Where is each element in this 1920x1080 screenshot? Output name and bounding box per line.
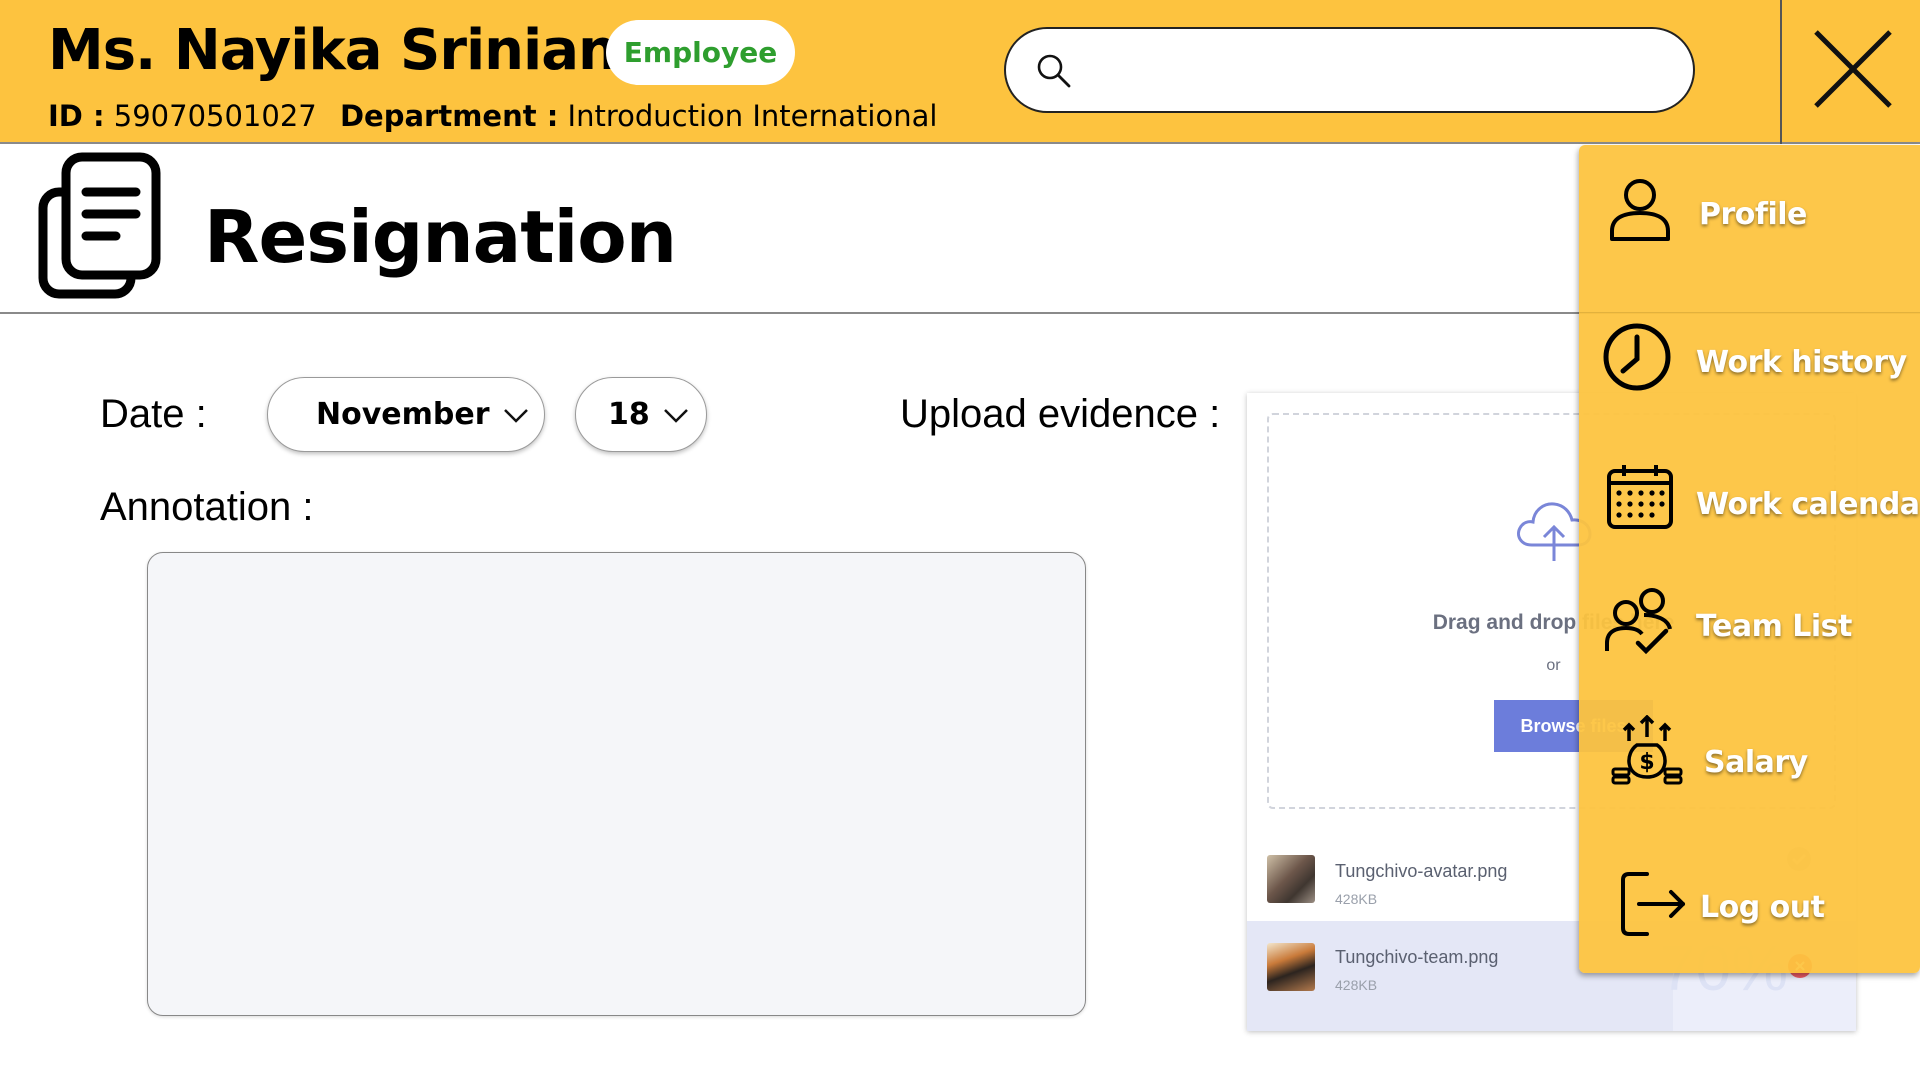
search-bar[interactable]: [1004, 27, 1695, 113]
day-value: 18: [608, 397, 650, 432]
file-name: Tungchivo-avatar.png: [1335, 861, 1508, 881]
menu-label: Team List: [1696, 609, 1852, 644]
menu-label: Log out: [1700, 890, 1825, 925]
menu-divider: [1579, 312, 1920, 313]
menu-item-work-history[interactable]: Work history: [1579, 317, 1920, 427]
month-select[interactable]: November: [267, 377, 545, 452]
menu-item-team-list[interactable]: Team List: [1579, 585, 1920, 695]
chevron-down-icon: [504, 409, 528, 423]
upload-evidence-label: Upload evidence :: [900, 392, 1221, 436]
file-size: 428KB: [1335, 891, 1378, 907]
user-icon: [1610, 179, 1670, 241]
search-icon[interactable]: [1034, 51, 1074, 91]
team-check-icon: [1605, 588, 1672, 655]
menu-label: Profile: [1699, 197, 1807, 232]
menu-label: Salary: [1704, 745, 1808, 780]
employee-info: ID : 59070501027 Department : Introducti…: [48, 99, 937, 133]
department-label: Department :: [339, 99, 559, 133]
role-badge: Employee: [606, 20, 795, 85]
calendar-icon: [1607, 465, 1673, 529]
close-button[interactable]: [1780, 0, 1920, 144]
close-icon[interactable]: [1810, 26, 1896, 112]
file-size: 428KB: [1335, 977, 1378, 993]
menu-item-profile[interactable]: Profile: [1579, 165, 1920, 275]
annotation-textarea[interactable]: [147, 552, 1086, 1016]
menu-item-work-calendar[interactable]: Work calendar: [1579, 457, 1920, 567]
navigation-menu: Profile Work history Work calendar Team …: [1579, 145, 1920, 973]
annotation-label: Annotation :: [100, 485, 314, 529]
id-value: 59070501027: [113, 99, 317, 133]
month-value: November: [316, 397, 490, 432]
chevron-down-icon: [664, 409, 688, 423]
page-title: Resignation: [204, 195, 677, 279]
search-input[interactable]: [1090, 43, 1670, 99]
date-label: Date :: [100, 392, 207, 436]
menu-item-log-out[interactable]: Log out: [1579, 860, 1920, 970]
logout-icon: [1621, 872, 1685, 936]
menu-label: Work history: [1696, 345, 1907, 380]
department-value: Introduction International: [567, 99, 938, 133]
employee-name: Ms. Nayika Srinian: [48, 18, 618, 83]
day-select[interactable]: 18: [575, 377, 707, 452]
clock-icon: [1603, 323, 1671, 391]
money-bag-icon: $: [1611, 715, 1683, 785]
id-label: ID :: [48, 99, 105, 133]
top-header: Ms. Nayika Srinian Employee ID : 5907050…: [0, 0, 1920, 144]
menu-item-salary[interactable]: $ Salary: [1579, 715, 1920, 827]
document-stack-icon: [38, 152, 161, 299]
menu-label: Work calendar: [1696, 487, 1920, 522]
file-thumbnail: [1267, 943, 1315, 991]
file-thumbnail: [1267, 855, 1315, 903]
svg-text:$: $: [1639, 750, 1654, 775]
file-name: Tungchivo-team.png: [1335, 947, 1499, 967]
